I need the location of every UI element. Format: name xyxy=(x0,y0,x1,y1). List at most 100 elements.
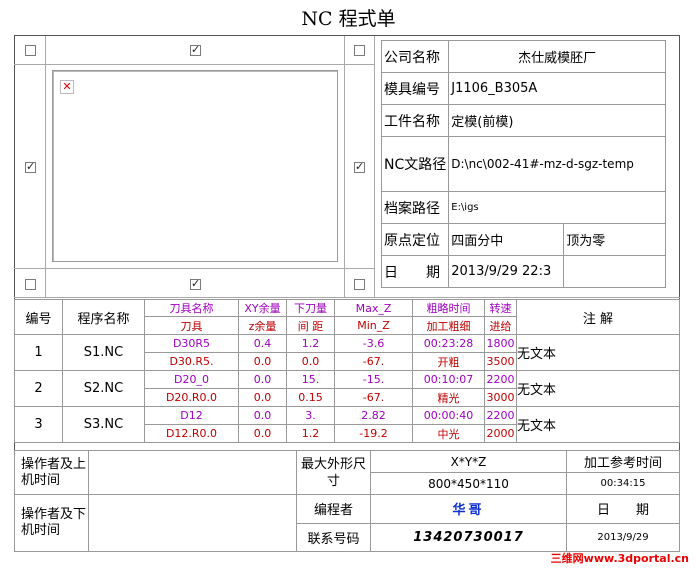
row-feed: 3500 xyxy=(484,352,517,371)
header-note: 注 解 xyxy=(516,299,680,335)
mold-value: J1106_B305A xyxy=(448,72,666,105)
info-table: 公司名称 杰仕威模胚厂 模具编号 J1106_B305A 工件名称 定模(前模)… xyxy=(380,40,666,288)
programmer-signature: 华哥 xyxy=(370,494,567,524)
origin-z-value: 顶为零 xyxy=(563,223,666,256)
row-time: 00:00:40 xyxy=(412,406,485,425)
row-maxz: -3.6 xyxy=(334,334,413,353)
page-title: NC 程式单 xyxy=(301,8,396,30)
archive-label: 档案路径 xyxy=(380,191,450,224)
operator-on-label: 操作者及上机时间 xyxy=(14,450,89,495)
part-label: 工件名称 xyxy=(380,104,450,137)
row-time: 00:10:07 xyxy=(412,370,485,389)
header-tool: 刀具 xyxy=(144,316,239,335)
row-time: 00:23:28 xyxy=(412,334,485,353)
row-down: 15. xyxy=(286,370,335,389)
row-no: 1 xyxy=(14,334,63,371)
part-value: 定模(前模) xyxy=(448,104,666,137)
checkbox-mid-right[interactable] xyxy=(354,160,365,174)
header-program: 程序名称 xyxy=(62,299,145,335)
program-table: 编号 程序名称 刀具名称 XY余量 下刀量 Max_Z 粗略时间 转速 注 解 … xyxy=(14,299,680,443)
row-feed: 3000 xyxy=(484,388,517,407)
row-tool: D20.R0.0 xyxy=(144,388,239,407)
operator-off-value xyxy=(88,494,297,552)
origin-label: 原点定位 xyxy=(380,223,450,256)
row-program: S2.NC xyxy=(62,370,145,407)
checkbox-bottom-center[interactable] xyxy=(190,277,201,291)
row-xy: 0.0 xyxy=(238,370,287,389)
ref-time-label: 加工参考时间 xyxy=(566,450,680,473)
row-tool: D30.R5. xyxy=(144,352,239,371)
company-value: 杰仕威模胚厂 xyxy=(448,40,666,73)
row-maxz: 2.82 xyxy=(334,406,413,425)
phone-label: 联系号码 xyxy=(296,522,371,552)
row-mode: 中光 xyxy=(412,424,485,443)
header-mode: 加工粗细 xyxy=(412,316,485,335)
row-maxz: -15. xyxy=(334,370,413,389)
footer-table: 操作者及上机时间 最大外形尺寸 X*Y*Z 加工参考时间 800*450*110… xyxy=(14,450,680,552)
checkbox-top-center[interactable] xyxy=(190,43,201,57)
checkbox-top-left[interactable] xyxy=(25,45,36,56)
header-step: 间 距 xyxy=(286,316,335,335)
row-tool-name: D20_0 xyxy=(144,370,239,389)
row-z: 0.0 xyxy=(238,352,287,371)
path-label: NC文路径 xyxy=(380,136,450,192)
header-speed: 转速 xyxy=(484,299,517,317)
row-tool-name: D12 xyxy=(144,406,239,425)
row-tool: D12.R0.0 xyxy=(144,424,239,443)
checkbox-mid-left[interactable] xyxy=(25,160,36,174)
row-speed: 2200 xyxy=(484,370,517,389)
checkbox-bottom-left[interactable] xyxy=(25,279,36,290)
grid-line xyxy=(374,36,375,298)
checkbox-bottom-right[interactable] xyxy=(354,279,365,290)
header-feed: 进给 xyxy=(484,316,517,335)
origin-xy-value: 四面分中 xyxy=(448,223,565,256)
header-tool-name: 刀具名称 xyxy=(144,299,239,317)
phone-value: 13420730017 xyxy=(370,522,567,552)
row-xy: 0.4 xyxy=(238,334,287,353)
row-program: S3.NC xyxy=(62,406,145,443)
row-step: 1.2 xyxy=(286,424,335,443)
archive-value: E:\igs xyxy=(448,191,666,224)
row-note: 无文本 xyxy=(516,406,680,443)
header-down: 下刀量 xyxy=(286,299,335,317)
row-mode: 开粗 xyxy=(412,352,485,371)
ref-time-value: 00:34:15 xyxy=(566,472,680,495)
max-size-label: 最大外形尺寸 xyxy=(296,450,371,495)
row-tool-name: D30R5 xyxy=(144,334,239,353)
mold-label: 模具编号 xyxy=(380,72,450,105)
grid-line xyxy=(45,36,46,298)
row-down: 1.2 xyxy=(286,334,335,353)
watermark: 三维网www.3dportal.cn xyxy=(550,552,689,565)
header-minz: Min_Z xyxy=(334,316,413,335)
date-value: 2013/9/29 22:3 xyxy=(448,255,565,288)
row-minz: -67. xyxy=(334,352,413,371)
xyz-value: 800*450*110 xyxy=(370,472,567,495)
checkbox-top-right[interactable] xyxy=(354,45,365,56)
programmer-label: 编程者 xyxy=(296,494,371,524)
operator-on-value xyxy=(88,450,297,495)
row-mode: 精光 xyxy=(412,388,485,407)
broken-image-icon: ✕ xyxy=(60,80,74,94)
row-speed: 2200 xyxy=(484,406,517,425)
header-no: 编号 xyxy=(14,299,63,335)
header-z: z余量 xyxy=(238,316,287,335)
grid-line xyxy=(14,297,680,298)
footer-date-value: 2013/9/29 xyxy=(566,522,680,552)
date-extra-cell xyxy=(563,255,666,288)
row-speed: 1800 xyxy=(484,334,517,353)
date-label: 日 期 xyxy=(380,255,450,288)
row-program: S1.NC xyxy=(62,334,145,371)
row-feed: 2000 xyxy=(484,424,517,443)
path-value: D:\nc\002-41#-mz-d-sgz-temp xyxy=(448,136,666,192)
header-time: 粗略时间 xyxy=(412,299,485,317)
grid-line xyxy=(14,268,375,269)
operator-off-label: 操作者及下机时间 xyxy=(14,494,89,552)
row-xy: 0.0 xyxy=(238,406,287,425)
xyz-label: X*Y*Z xyxy=(370,450,567,473)
grid-line xyxy=(14,64,375,65)
grid-line xyxy=(344,36,345,298)
header-maxz: Max_Z xyxy=(334,299,413,317)
footer-date-label: 日 期 xyxy=(566,494,680,524)
row-no: 3 xyxy=(14,406,63,443)
row-minz: -67. xyxy=(334,388,413,407)
